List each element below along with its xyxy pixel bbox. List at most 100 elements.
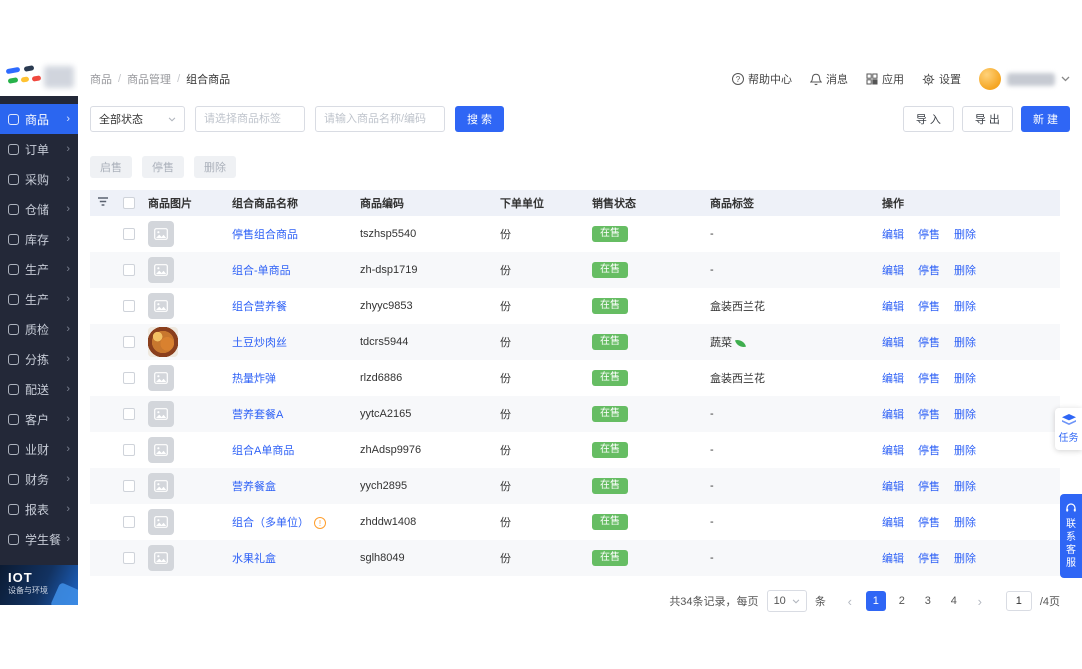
row-action-stop[interactable]: 停售	[918, 265, 940, 277]
row-checkbox[interactable]	[123, 264, 135, 277]
row-checkbox[interactable]	[123, 444, 135, 457]
sidebar-item-shengchan[interactable]: 生产 ›	[0, 254, 78, 284]
cangchu-icon	[8, 203, 19, 215]
tag-filter-input[interactable]	[195, 106, 305, 132]
chevron-right-icon: ›	[66, 293, 70, 305]
row-action-stop[interactable]: 停售	[918, 445, 940, 457]
sidebar-item-yecai[interactable]: 业财 ›	[0, 434, 78, 464]
row-action-edit[interactable]: 编辑	[882, 337, 904, 349]
row-action-stop[interactable]: 停售	[918, 337, 940, 349]
row-action-edit[interactable]: 编辑	[882, 517, 904, 529]
sidebar-item-fenjian[interactable]: 分拣 ›	[0, 344, 78, 374]
page-size-select[interactable]: 10	[766, 590, 807, 612]
row-action-delete[interactable]: 删除	[954, 337, 976, 349]
row-checkbox[interactable]	[123, 228, 135, 241]
messages-button[interactable]: 消息	[810, 71, 848, 87]
sidebar-item-kehu[interactable]: 客户 ›	[0, 404, 78, 434]
row-action-stop[interactable]: 停售	[918, 409, 940, 421]
row-action-edit[interactable]: 编辑	[882, 373, 904, 385]
row-action-edit[interactable]: 编辑	[882, 265, 904, 277]
column-settings-header[interactable]	[90, 190, 116, 216]
row-checkbox[interactable]	[123, 552, 135, 565]
contact-service-button[interactable]: 联系客服	[1060, 494, 1082, 578]
row-action-edit[interactable]: 编辑	[882, 409, 904, 421]
settings-button[interactable]: 设置	[922, 71, 961, 87]
export-button[interactable]: 导 出	[961, 106, 1013, 132]
product-name-link[interactable]: 营养套餐A	[232, 409, 283, 421]
breadcrumb-item[interactable]: 商品	[90, 71, 112, 87]
product-name-link[interactable]: 土豆炒肉丝	[232, 337, 287, 349]
page-button-2[interactable]: 2	[891, 591, 912, 611]
breadcrumb-item[interactable]: 商品管理	[127, 71, 171, 87]
sidebar-item-peisong[interactable]: 配送 ›	[0, 374, 78, 404]
user-menu[interactable]	[979, 68, 1070, 90]
row-checkbox[interactable]	[123, 516, 135, 529]
row-checkbox[interactable]	[123, 480, 135, 493]
product-name-link[interactable]: 组合（多单位）	[232, 517, 309, 529]
row-action-delete[interactable]: 删除	[954, 553, 976, 565]
bulk-enable-sale-button[interactable]: 启售	[90, 156, 132, 178]
keyword-search-input[interactable]	[315, 106, 445, 132]
page-button-3[interactable]: 3	[917, 591, 938, 611]
page-jump-input[interactable]	[1005, 591, 1032, 611]
row-action-stop[interactable]: 停售	[918, 301, 940, 313]
row-action-edit[interactable]: 编辑	[882, 301, 904, 313]
row-checkbox[interactable]	[123, 372, 135, 385]
row-action-delete[interactable]: 删除	[954, 409, 976, 421]
sidebar-item-dingdan[interactable]: 订单 ›	[0, 134, 78, 164]
apps-button[interactable]: 应用	[866, 71, 904, 87]
page-button-1[interactable]: 1	[865, 591, 886, 611]
product-tag-cell: -	[704, 396, 876, 432]
row-action-stop[interactable]: 停售	[918, 229, 940, 241]
row-checkbox[interactable]	[123, 408, 135, 421]
product-image-cell	[142, 396, 226, 432]
status-filter-select[interactable]: 全部状态	[90, 106, 185, 132]
page-button-4[interactable]: 4	[943, 591, 964, 611]
row-action-edit[interactable]: 编辑	[882, 445, 904, 457]
create-button[interactable]: 新 建	[1020, 106, 1070, 132]
sidebar-item-kucun[interactable]: 库存 ›	[0, 224, 78, 254]
sidebar-item-shangpin[interactable]: 商品 ›	[0, 104, 78, 134]
row-action-stop[interactable]: 停售	[918, 373, 940, 385]
product-name-link[interactable]: 营养餐盒	[232, 481, 276, 493]
sidebar-item-zhijian[interactable]: 质检 ›	[0, 314, 78, 344]
sidebar-item-caiwu[interactable]: 财务 ›	[0, 464, 78, 494]
next-page-button[interactable]: ›	[969, 591, 990, 611]
select-all-header	[116, 190, 142, 216]
row-action-delete[interactable]: 删除	[954, 301, 976, 313]
row-action-edit[interactable]: 编辑	[882, 229, 904, 241]
bulk-stop-sale-button[interactable]: 停售	[142, 156, 184, 178]
bulk-delete-button[interactable]: 删除	[194, 156, 236, 178]
row-action-stop[interactable]: 停售	[918, 553, 940, 565]
row-action-edit[interactable]: 编辑	[882, 481, 904, 493]
row-action-edit[interactable]: 编辑	[882, 553, 904, 565]
row-checkbox[interactable]	[123, 336, 135, 349]
chevron-right-icon: ›	[66, 203, 70, 215]
import-button[interactable]: 导 入	[902, 106, 954, 132]
row-action-stop[interactable]: 停售	[918, 481, 940, 493]
sidebar-item-caigou[interactable]: 采购 ›	[0, 164, 78, 194]
row-checkbox[interactable]	[123, 300, 135, 313]
product-name-link[interactable]: 停售组合商品	[232, 229, 298, 241]
product-name-link[interactable]: 组合-单商品	[232, 265, 291, 277]
product-name-link[interactable]: 水果礼盒	[232, 553, 276, 565]
sidebar-item-shengchan-2[interactable]: 生产 ›	[0, 284, 78, 314]
row-action-delete[interactable]: 删除	[954, 517, 976, 529]
product-name-link[interactable]: 组合A单商品	[232, 445, 294, 457]
sidebar-item-xueshengcan[interactable]: 学生餐 ›	[0, 524, 78, 554]
select-all-checkbox[interactable]	[123, 197, 135, 210]
row-action-delete[interactable]: 删除	[954, 445, 976, 457]
sidebar-item-baobiao[interactable]: 报表 ›	[0, 494, 78, 524]
product-name-link[interactable]: 组合营养餐	[232, 301, 287, 313]
row-action-delete[interactable]: 删除	[954, 481, 976, 493]
task-panel-button[interactable]: 任务	[1055, 408, 1082, 450]
sidebar-item-cangchu[interactable]: 仓储 ›	[0, 194, 78, 224]
row-action-delete[interactable]: 删除	[954, 373, 976, 385]
row-action-stop[interactable]: 停售	[918, 517, 940, 529]
product-name-link[interactable]: 热量炸弹	[232, 373, 276, 385]
row-action-delete[interactable]: 删除	[954, 265, 976, 277]
search-button[interactable]: 搜 索	[455, 106, 505, 132]
help-center-button[interactable]: ? 帮助中心	[732, 71, 792, 87]
prev-page-button[interactable]: ‹	[839, 591, 860, 611]
row-action-delete[interactable]: 删除	[954, 229, 976, 241]
